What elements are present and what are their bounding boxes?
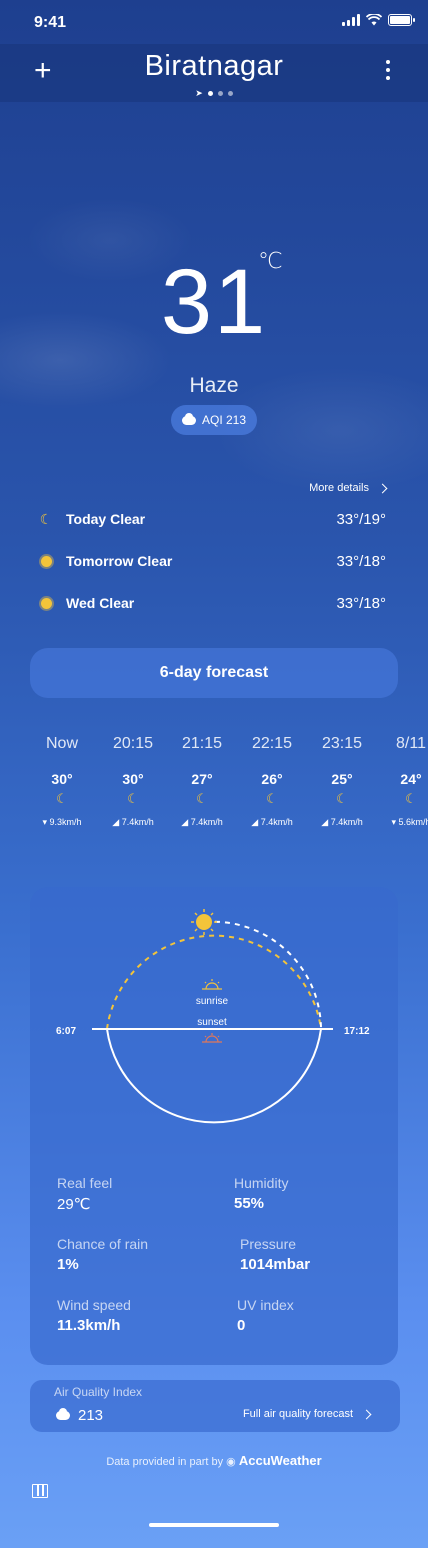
sunrise-label: sunrise bbox=[195, 996, 229, 1007]
detail-real-feel: Real feel 29℃ bbox=[57, 1175, 113, 1213]
hour-time: 23:15 bbox=[321, 735, 363, 752]
sunrise-icon bbox=[202, 979, 222, 990]
hour-temp: 24° bbox=[400, 771, 422, 787]
hourly-item: 21:15 27° ☾ ◢ 7.4km/h bbox=[167, 735, 237, 828]
full-air-quality-link[interactable]: Full air quality forecast bbox=[243, 1408, 372, 1420]
data-attribution: Data provided in part by ◉ AccuWeather bbox=[106, 1453, 322, 1468]
hour-temp: 30° bbox=[51, 771, 73, 787]
moon-icon: ☾ bbox=[127, 791, 139, 806]
forecast-day-temps: 33°/19° bbox=[336, 510, 386, 528]
hour-temp: 27° bbox=[191, 771, 213, 787]
status-icons bbox=[342, 14, 415, 26]
sunset-icon bbox=[202, 1033, 222, 1043]
chevron-right-icon bbox=[361, 1409, 372, 1419]
detail-uv-index: UV index 0 bbox=[237, 1297, 294, 1334]
header: + Biratnagar ➤ bbox=[0, 44, 428, 102]
forecast-row-tomorrow: Tomorrow Clear 33°/18° bbox=[38, 549, 386, 573]
status-time: 9:41 bbox=[34, 14, 67, 31]
sunset-time: 17:12 bbox=[344, 1026, 370, 1037]
home-indicator bbox=[149, 1523, 279, 1527]
moon-icon: ☾ bbox=[39, 511, 53, 527]
accuweather-brand: AccuWeather bbox=[238, 1453, 322, 1468]
wifi-icon bbox=[366, 14, 382, 26]
detail-pressure: Pressure 1014mbar bbox=[240, 1236, 311, 1273]
sun-arc-remaining bbox=[204, 920, 322, 1030]
forecast-row-today: ☾ Today Clear 33°/19° bbox=[38, 507, 386, 531]
sunset-label: sunset bbox=[197, 1017, 227, 1028]
page-dot bbox=[217, 90, 223, 96]
hour-wind: ◢ 7.4km/h bbox=[321, 817, 363, 827]
city-name: Biratnagar bbox=[144, 50, 284, 82]
current-temperature: 31 bbox=[160, 251, 268, 353]
moon-icon: ☾ bbox=[196, 791, 208, 806]
temperature-unit: ℃ bbox=[258, 248, 283, 273]
hour-time: 22:15 bbox=[251, 735, 293, 752]
forecast-row-wed: Wed Clear 33°/18° bbox=[38, 591, 386, 615]
air-quality-value: 213 bbox=[56, 1407, 103, 1424]
page-dot bbox=[207, 90, 213, 96]
sun-icon bbox=[191, 909, 217, 935]
hour-time: Now bbox=[45, 735, 78, 752]
hour-wind: ▾ 9.3km/h bbox=[42, 817, 82, 827]
detail-chance-of-rain: Chance of rain 1% bbox=[57, 1236, 149, 1273]
details-card: sunrise sunset 6:07 17:12 Real feel 29℃ … bbox=[30, 887, 398, 1365]
more-menu-icon[interactable] bbox=[386, 60, 390, 80]
hour-wind: ◢ 7.4km/h bbox=[251, 817, 293, 827]
hour-wind: ◢ 7.4km/h bbox=[181, 817, 223, 827]
signal-icon bbox=[342, 14, 360, 26]
hour-wind: ◢ 7.4km/h bbox=[112, 817, 154, 827]
aqi-badge[interactable]: AQI 213 bbox=[171, 405, 257, 435]
hour-temp: 26° bbox=[261, 771, 283, 787]
page-indicator: ➤ bbox=[0, 88, 428, 98]
hour-temp: 30° bbox=[122, 771, 144, 787]
forecast-day-label: Tomorrow Clear bbox=[66, 553, 173, 569]
hour-temp: 25° bbox=[331, 771, 353, 787]
hourly-item: 22:15 26° ☾ ◢ 7.4km/h bbox=[237, 735, 307, 828]
location-arrow-icon: ➤ bbox=[195, 88, 203, 98]
hour-wind: ▾ 5.6km/h bbox=[391, 817, 428, 827]
hourly-item: 20:15 30° ☾ ◢ 7.4km/h bbox=[98, 735, 168, 828]
chevron-right-icon bbox=[377, 483, 388, 493]
detail-wind-speed: Wind speed 11.3km/h bbox=[57, 1297, 131, 1334]
battery-icon bbox=[388, 14, 415, 26]
hourly-item: 23:15 25° ☾ ◢ 7.4km/h bbox=[307, 735, 377, 828]
aqi-label: AQI 213 bbox=[201, 413, 247, 427]
air-quality-card[interactable]: Air Quality Index 213 Full air quality f… bbox=[30, 1380, 400, 1432]
night-arc bbox=[106, 1028, 322, 1124]
hour-time: 20:15 bbox=[112, 735, 154, 752]
sun-icon bbox=[38, 553, 54, 569]
sunrise-time: 6:07 bbox=[56, 1026, 77, 1037]
hourly-item: 8/11 24° ☾ ▾ 5.6km/h bbox=[376, 735, 428, 828]
forecast-day-label: Wed Clear bbox=[66, 595, 135, 611]
forecast-day-label: Today Clear bbox=[66, 511, 146, 527]
air-quality-icon bbox=[181, 412, 196, 425]
six-day-forecast-button[interactable]: 6-day forecast bbox=[30, 648, 398, 698]
air-quality-title: Air Quality Index bbox=[54, 1385, 143, 1399]
moon-icon: ☾ bbox=[266, 791, 278, 806]
sun-icon bbox=[38, 595, 54, 611]
hour-time: 21:15 bbox=[181, 735, 223, 752]
moon-icon: ☾ bbox=[336, 791, 348, 806]
current-condition: Haze bbox=[189, 374, 239, 397]
sun-arc-elapsed bbox=[106, 934, 322, 1030]
status-bar: 9:41 bbox=[0, 0, 428, 44]
air-quality-icon bbox=[56, 1408, 70, 1420]
hour-time: 8/11 bbox=[396, 735, 426, 752]
map-icon[interactable] bbox=[32, 1484, 48, 1498]
moon-icon: ☾ bbox=[56, 791, 68, 806]
hourly-forecast[interactable]: Now 30° ☾ ▾ 9.3km/h 20:15 30° ☾ ◢ 7.4km/… bbox=[0, 735, 428, 845]
moon-icon: ☾ bbox=[405, 791, 417, 806]
page-dot bbox=[227, 90, 233, 96]
accuweather-logo-icon: ◉ bbox=[226, 1456, 236, 1468]
forecast-day-temps: 33°/18° bbox=[336, 594, 386, 612]
more-details-link[interactable]: More details bbox=[309, 482, 388, 494]
more-details-label: More details bbox=[309, 482, 369, 494]
detail-humidity: Humidity 55% bbox=[234, 1175, 289, 1212]
forecast-day-temps: 33°/18° bbox=[336, 552, 386, 570]
hourly-item: Now 30° ☾ ▾ 9.3km/h bbox=[27, 735, 97, 828]
